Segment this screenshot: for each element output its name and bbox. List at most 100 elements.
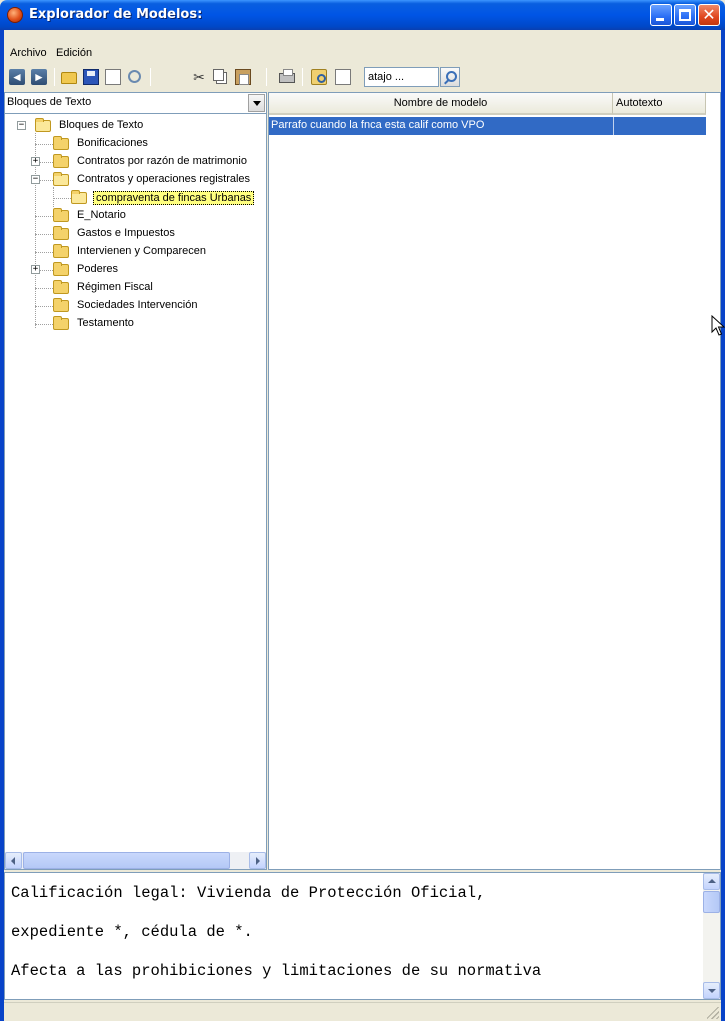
category-tree: − Bloques de Texto Bonificaciones + Cont… [5,115,266,851]
open-button[interactable] [60,68,78,86]
new-document-icon [105,69,121,85]
resize-grip-icon[interactable] [707,1007,719,1019]
tree-node-intervienen-comparecen[interactable]: Intervienen y Comparecen [53,243,253,261]
tree-expander[interactable]: + [31,157,40,166]
tree-connector [35,144,53,145]
horizontal-scrollbar[interactable] [5,852,266,869]
toolbar-separator [150,68,151,86]
open-folder-icon [61,72,77,84]
scrollbar-thumb[interactable] [23,852,230,869]
tree-connector [35,324,53,325]
tree-node-e-notario[interactable]: E_Notario [53,207,253,225]
preview-line: Afecta a las prohibiciones y limitacione… [11,962,542,980]
find-button[interactable] [310,68,328,86]
tree-node-label: Testamento [77,317,134,329]
tree-node-contratos-matrimonio[interactable]: Contratos por razón de matrimonio [53,153,266,171]
cut-button[interactable]: ✂ [190,68,208,86]
tree-node-bonificaciones[interactable]: Bonificaciones [53,135,253,153]
folder-open-icon [35,118,51,132]
folder-icon [53,298,69,312]
minimize-button[interactable] [650,4,672,26]
tree-connector [35,216,53,217]
tree-node-label: Bonificaciones [77,137,148,149]
new-document-button[interactable] [104,68,122,86]
shortcut-input[interactable] [364,67,439,87]
menu-edicion[interactable]: Edición [54,46,94,60]
close-button[interactable]: ✕ [698,4,720,26]
column-header-nombre[interactable]: Nombre de modelo [269,93,613,115]
folder-icon [53,154,69,168]
toolbar-separator [302,68,303,86]
tree-node-label: Contratos y operaciones registrales [77,173,251,185]
vertical-scrollbar[interactable] [703,873,720,999]
scroll-down-button[interactable] [703,982,720,999]
back-icon: ◄ [9,69,25,85]
status-bar [4,1002,721,1021]
maximize-icon [679,9,691,21]
toolbar-separator [266,68,267,86]
tree-node-label: compraventa de fincas Urbanas [93,191,255,205]
preview-line: Calificación legal: Vivienda de Protecci… [11,884,486,902]
find-document-button[interactable] [334,68,352,86]
tree-node-sociedades-intervencion[interactable]: Sociedades Intervención [53,297,253,315]
table-row[interactable]: Parrafo cuando la fnca esta calif como V… [269,117,706,135]
menu-archivo[interactable]: Archivo [8,46,49,60]
tree-node-label: E_Notario [77,209,126,221]
folder-icon [53,280,69,294]
scrollbar-thumb[interactable] [703,891,720,913]
tree-connector [35,252,53,253]
folder-icon [53,208,69,222]
search-button[interactable] [440,67,460,87]
tree-node-regimen-fiscal[interactable]: Régimen Fiscal [53,279,253,297]
folder-icon [53,226,69,240]
tree-connector [53,198,71,199]
save-button[interactable] [82,68,100,86]
column-divider [613,117,614,135]
tree-node-label: Intervienen y Comparecen [77,245,207,257]
menu-bar: Archivo Edición [4,44,721,64]
category-selector-value: Bloques de Texto [7,96,92,108]
app-icon[interactable] [7,7,23,23]
tree-connector [35,234,53,235]
preview-text-area[interactable]: Calificación legal: Vivienda de Protecci… [4,872,721,1000]
tree-connector [53,187,54,207]
cut-icon: ✂ [193,69,205,85]
tree-connector [35,306,53,307]
tree-connector [35,288,53,289]
refresh-button[interactable] [126,68,144,86]
tree-expander[interactable]: − [17,121,26,130]
tree-node-testamento[interactable]: Testamento [53,315,253,333]
print-icon [279,69,295,83]
toolbar: ◄ ► ✂ [4,66,721,90]
tree-node-label: Sociedades Intervención [77,299,198,311]
back-button[interactable]: ◄ [8,68,26,86]
chevron-down-icon[interactable] [248,94,265,112]
maximize-button[interactable] [674,4,696,26]
copy-icon [213,69,224,81]
print-button[interactable] [278,68,296,86]
scroll-left-button[interactable] [5,852,22,869]
column-header-autotexto[interactable]: Autotexto [613,93,706,115]
tree-node-gastos-impuestos[interactable]: Gastos e Impuestos [53,225,253,243]
category-selector[interactable]: Bloques de Texto [5,93,266,114]
tree-node-bloques-de-texto[interactable]: Bloques de Texto [35,117,235,135]
model-name-cell: Parrafo cuando la fnca esta calif como V… [271,119,485,131]
tree-node-poderes[interactable]: Poderes [53,261,253,279]
tree-expander[interactable]: − [31,175,40,184]
minimize-icon [656,18,664,21]
paste-button[interactable] [234,68,252,86]
folder-icon [53,244,69,258]
mouse-pointer-icon [711,315,725,336]
folder-icon [53,316,69,330]
folder-open-icon [53,172,69,186]
tree-node-compraventa-fincas-urbanas[interactable]: compraventa de fincas Urbanas [71,189,266,207]
scroll-up-button[interactable] [703,873,720,890]
forward-button[interactable]: ► [30,68,48,86]
folder-open-icon [71,190,87,204]
folder-icon [53,262,69,276]
tree-node-label: Gastos e Impuestos [77,227,175,239]
tree-node-contratos-registrales[interactable]: Contratos y operaciones registrales [53,171,266,189]
scroll-right-button[interactable] [249,852,266,869]
copy-button[interactable] [212,68,230,86]
tree-expander[interactable]: + [31,265,40,274]
